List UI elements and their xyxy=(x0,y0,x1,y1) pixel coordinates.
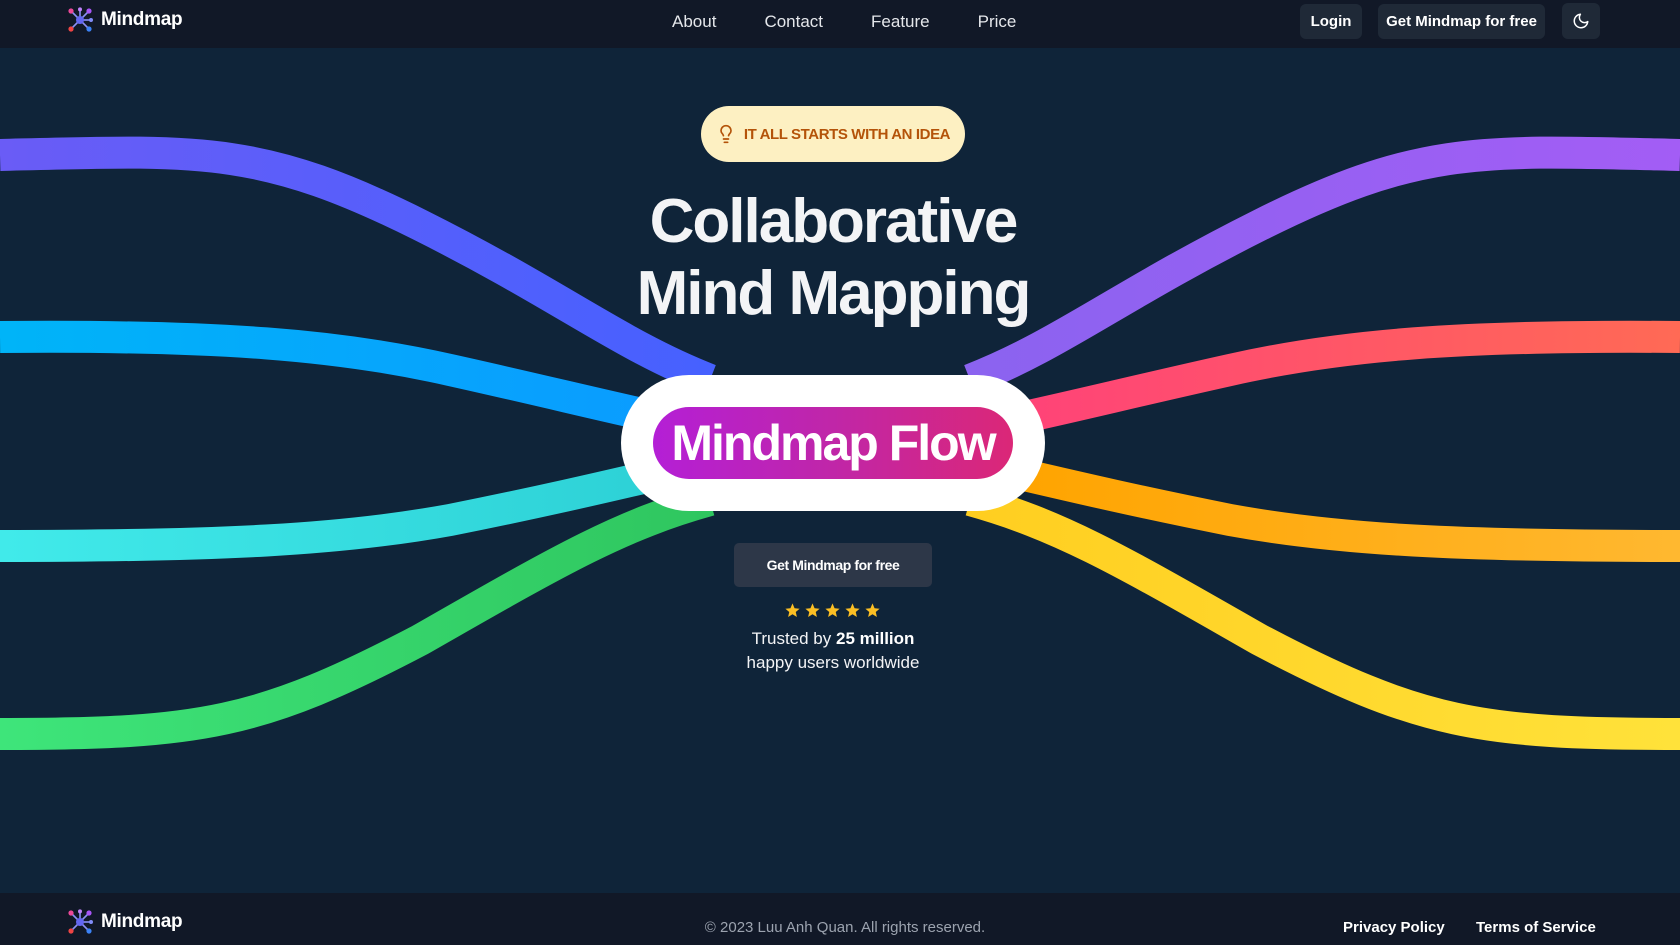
lightbulb-icon xyxy=(720,124,732,144)
trust-prefix: Trusted by xyxy=(751,629,832,648)
main-nav: About Contact Feature Price xyxy=(672,0,1016,44)
nav-link-about[interactable]: About xyxy=(672,12,716,32)
hero-title: Collaborative Mind Mapping xyxy=(540,186,1126,330)
star-icon xyxy=(845,603,860,618)
privacy-policy-link[interactable]: Privacy Policy xyxy=(1343,919,1445,936)
network-logo-icon xyxy=(68,909,93,934)
landing-page: Mindmap About Contact Feature Price Logi… xyxy=(0,0,1680,945)
terms-of-service-link[interactable]: Terms of Service xyxy=(1476,919,1596,936)
star-icon xyxy=(805,603,820,618)
ribbon-left-2 xyxy=(0,320,664,434)
brand-logo-link[interactable]: Mindmap xyxy=(67,7,183,32)
get-mindmap-hero-button[interactable]: Get Mindmap for free xyxy=(734,543,932,587)
footer-brand-name: Mindmap xyxy=(101,911,183,932)
idea-badge: IT ALL STARTS WITH AN IDEA xyxy=(701,106,965,162)
hero-title-line-1: Collaborative xyxy=(649,187,1019,256)
top-navbar: Mindmap About Contact Feature Price Logi… xyxy=(0,0,1680,48)
trust-highlight: 25 million xyxy=(836,629,915,648)
star-icon xyxy=(865,603,880,618)
theme-toggle-button[interactable] xyxy=(1562,3,1600,39)
get-mindmap-nav-button[interactable]: Get Mindmap for free xyxy=(1378,4,1545,39)
brand-name: Mindmap xyxy=(101,9,183,30)
trust-statement: Trusted by 25 million happy users worldw… xyxy=(640,627,1026,675)
star-icon xyxy=(785,603,800,618)
network-logo-icon xyxy=(68,7,93,32)
copyright-text: © 2023 Luu Anh Quan. All rights reserved… xyxy=(704,919,986,936)
center-node-text: Mindmap Flow xyxy=(671,415,996,471)
ribbon-right-3 xyxy=(1016,458,1680,562)
trust-suffix: happy users worldwide xyxy=(746,653,920,672)
nav-link-contact[interactable]: Contact xyxy=(764,12,823,32)
star-icon xyxy=(825,603,840,618)
footer-brand-link[interactable]: Mindmap xyxy=(67,909,183,934)
idea-badge-text: IT ALL STARTS WITH AN IDEA xyxy=(743,125,951,143)
login-button[interactable]: Login xyxy=(1300,4,1362,39)
hero-title-line-2: Mind Mapping xyxy=(636,259,1032,328)
center-node: Mindmap Flow xyxy=(653,407,1013,479)
ribbon-left-3 xyxy=(0,458,664,562)
nav-link-feature[interactable]: Feature xyxy=(871,12,930,32)
moon-icon xyxy=(1573,13,1589,29)
rating-stars xyxy=(784,602,884,620)
nav-link-price[interactable]: Price xyxy=(978,12,1017,32)
ribbon-right-2 xyxy=(1016,320,1680,434)
